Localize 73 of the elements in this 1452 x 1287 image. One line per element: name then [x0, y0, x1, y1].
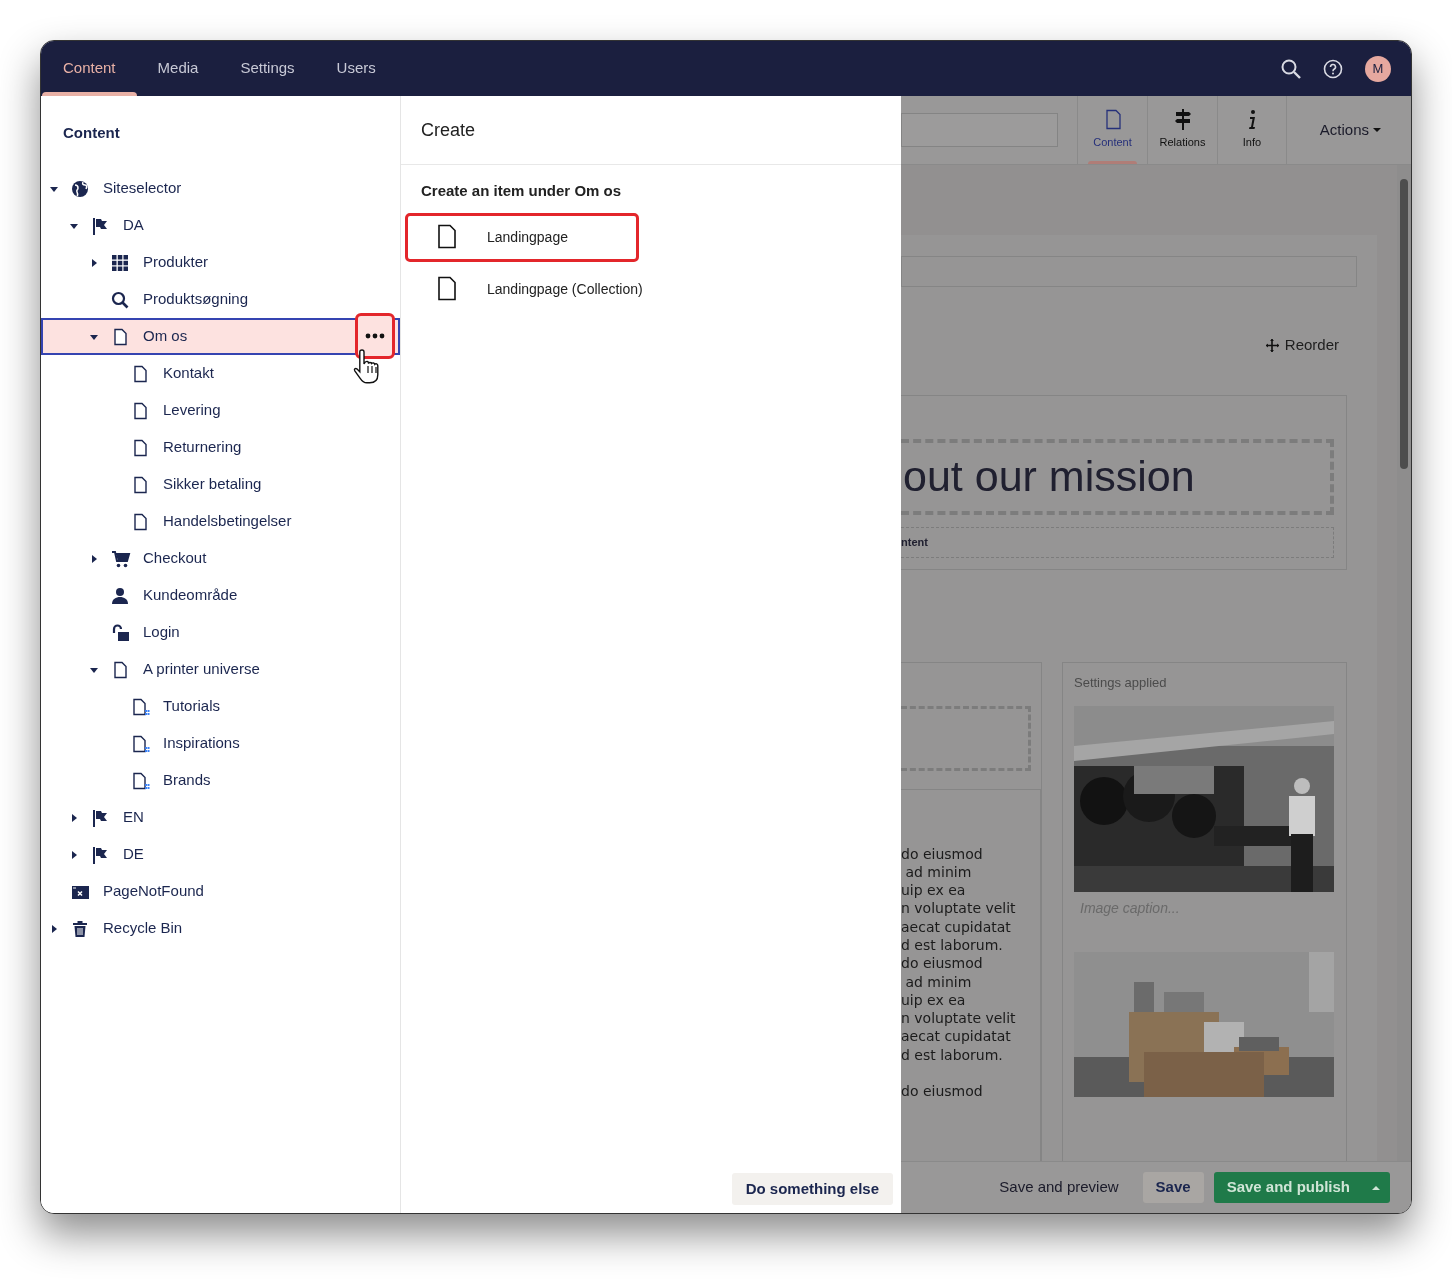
grid-icon: [111, 253, 131, 272]
unlock-icon: [111, 623, 131, 642]
tree-item[interactable]: Sikker betaling: [41, 466, 400, 503]
expand-caret-icon[interactable]: [89, 553, 99, 564]
editor-tab[interactable]: Content: [1077, 96, 1147, 164]
help-button[interactable]: [1323, 58, 1343, 79]
save-button[interactable]: Save: [1142, 1172, 1204, 1203]
more-icon: [365, 333, 385, 339]
document-list-icon: [131, 771, 151, 790]
tree-item[interactable]: DA: [41, 207, 400, 244]
tree-item[interactable]: PageNotFound: [41, 873, 400, 910]
editor-tab[interactable]: Relations: [1147, 96, 1217, 164]
tree-item[interactable]: Login: [41, 614, 400, 651]
search-icon: [111, 290, 131, 309]
nav-tab[interactable]: Settings: [219, 41, 316, 96]
tree-item[interactable]: EN: [41, 799, 400, 836]
search-icon: [1281, 58, 1301, 79]
name-field[interactable]: [901, 113, 1058, 147]
tree-item[interactable]: Handelsbetingelser: [41, 503, 400, 540]
settings-label: Settings applied: [1074, 673, 1168, 692]
create-option[interactable]: Landingpage: [405, 212, 639, 262]
actions-button[interactable]: Actions: [1319, 118, 1381, 142]
user-icon: [111, 586, 131, 605]
tree-item[interactable]: DE: [41, 836, 400, 873]
tree-item[interactable]: Recycle Bin: [41, 910, 400, 947]
globe-icon: [71, 179, 91, 198]
tree-item[interactable]: Kontakt: [41, 355, 400, 392]
tree-item[interactable]: Produkter: [41, 244, 400, 281]
nav-tab[interactable]: Users: [315, 41, 397, 96]
move-icon: [1265, 338, 1279, 352]
more-actions-button[interactable]: [355, 313, 395, 359]
tree-item[interactable]: Tutorials: [41, 688, 400, 725]
nav-tab[interactable]: Media: [136, 41, 220, 96]
tree-item[interactable]: Brands: [41, 762, 400, 799]
user-avatar[interactable]: M: [1365, 55, 1391, 82]
tree-item[interactable]: Siteselector: [41, 170, 400, 207]
nav-tab[interactable]: Content: [42, 41, 137, 96]
cart-icon: [111, 549, 131, 568]
expand-caret-icon[interactable]: [69, 812, 79, 823]
tree-item[interactable]: Kundeområde: [41, 577, 400, 614]
editor-tab[interactable]: Info: [1217, 96, 1287, 164]
document-icon: [1103, 109, 1122, 131]
expand-caret-icon[interactable]: [69, 849, 79, 860]
tree-title: Content: [62, 122, 121, 143]
tree-item[interactable]: Returnering: [41, 429, 400, 466]
caret-icon: [1372, 1185, 1380, 1190]
scrollbar-thumb[interactable]: [1400, 179, 1408, 469]
panel-subtitle: Create an item under Om os: [420, 181, 623, 201]
search-button[interactable]: [1281, 58, 1301, 79]
tree-item[interactable]: A printer universe: [41, 651, 400, 688]
panel-title: Create: [421, 118, 476, 142]
tree-item[interactable]: Produktsøgning: [41, 281, 400, 318]
text-field[interactable]: [901, 256, 1357, 287]
tree-item[interactable]: Inspirations: [41, 725, 400, 762]
help-icon: [1323, 58, 1343, 79]
signpost-icon: [1173, 109, 1192, 131]
document-icon: [437, 276, 457, 302]
info-icon: [1247, 109, 1257, 131]
content-label: ntent: [901, 526, 1334, 558]
document-list-icon: [131, 734, 151, 753]
caret-icon: [1373, 128, 1381, 132]
tree-item[interactable]: Levering: [41, 392, 400, 429]
reorder-button[interactable]: Reorder: [1265, 334, 1339, 357]
document-icon: [437, 224, 457, 250]
expand-caret-icon[interactable]: [49, 923, 59, 934]
document-list-icon: [131, 697, 151, 716]
save-and-publish-button[interactable]: Save and publish: [1213, 1172, 1390, 1203]
save-and-preview-button[interactable]: Save and preview: [989, 1172, 1129, 1203]
scrollbar[interactable]: [1397, 165, 1411, 1161]
do-something-else-button[interactable]: Do something else: [731, 1173, 893, 1205]
expand-caret-icon[interactable]: [89, 257, 99, 268]
heading-field[interactable]: out our mission: [901, 438, 1334, 515]
tree-item[interactable]: Checkout: [41, 540, 400, 577]
